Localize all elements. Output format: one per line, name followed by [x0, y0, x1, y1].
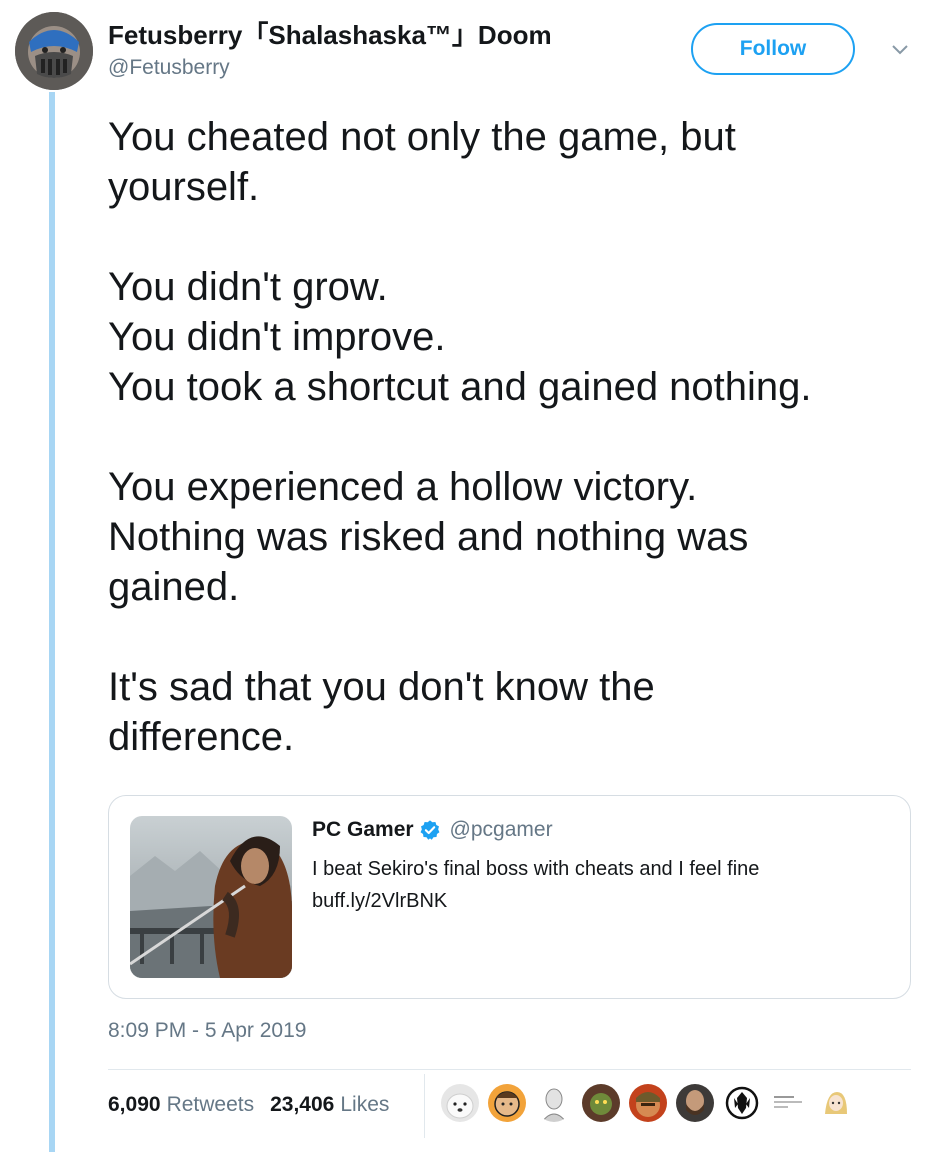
liker-avatar[interactable]: [817, 1084, 855, 1122]
tweet-text: You cheated not only the game, but yours…: [108, 112, 908, 812]
tweet-line: You experienced a hollow victory.: [108, 465, 698, 509]
author-name[interactable]: Fetusberry「Shalashaska™」Doom: [108, 15, 552, 52]
retweets-stat[interactable]: 6,090 Retweets: [108, 1093, 254, 1117]
doom-guy-avatar-icon: [629, 1084, 667, 1122]
white-dog-avatar-icon: [441, 1084, 479, 1122]
verified-badge-icon: [420, 820, 439, 840]
tweet-line: It's sad that you don't know the: [108, 665, 655, 709]
mandalorian-emblem-avatar-icon: [723, 1084, 761, 1122]
liker-avatar[interactable]: [441, 1084, 479, 1122]
quoted-tweet-card[interactable]: PC Gamer @pcgamer I beat Sekiro's final …: [108, 795, 911, 999]
author-handle[interactable]: @Fetusberry: [108, 56, 230, 80]
likes-label: Likes: [340, 1093, 390, 1116]
tweet-timestamp[interactable]: 8:09 PM - 5 Apr 2019: [108, 1019, 306, 1043]
liker-avatar[interactable]: [676, 1084, 714, 1122]
bane-mask-avatar-icon: [15, 12, 93, 90]
quoted-tweet-header: PC Gamer @pcgamer: [312, 818, 553, 842]
quoted-tweet-link[interactable]: buff.ly/2VlrBNK: [312, 885, 759, 917]
chevron-down-icon: [892, 45, 908, 55]
tweet-line: Nothing was risked and nothing was: [108, 515, 749, 559]
retweets-label: Retweets: [166, 1093, 255, 1116]
sekiro-thumbnail-icon: [130, 816, 292, 978]
tweet-paragraph: You cheated not only the game, but yours…: [108, 112, 908, 212]
liker-avatar[interactable]: [488, 1084, 526, 1122]
liker-avatar[interactable]: [629, 1084, 667, 1122]
cartoon-face-avatar-icon: [488, 1084, 526, 1122]
follow-button[interactable]: Follow: [691, 23, 855, 75]
quoted-tweet-text: I beat Sekiro's final boss with cheats a…: [312, 853, 759, 917]
likes-count: 23,406: [270, 1093, 335, 1116]
tweet-line: difference.: [108, 715, 295, 759]
liker-avatar[interactable]: [723, 1084, 761, 1122]
tweet-paragraph: You experienced a hollow victory. Nothin…: [108, 462, 908, 612]
bald-man-avatar-icon: [535, 1084, 573, 1122]
more-options-button[interactable]: [886, 40, 914, 60]
tweet-line: yourself.: [108, 165, 260, 209]
thread-line: [49, 92, 55, 1152]
tweet-line: gained.: [108, 565, 240, 609]
tweet-paragraph: It's sad that you don't know the differe…: [108, 662, 908, 762]
tweet-line: You cheated not only the game, but: [108, 115, 736, 159]
stats-divider: [424, 1074, 425, 1138]
liker-avatar[interactable]: [535, 1084, 573, 1122]
bearded-man-avatar-icon: [676, 1084, 714, 1122]
divider: [108, 1069, 911, 1070]
quoted-author-handle[interactable]: @pcgamer: [450, 818, 553, 842]
quoted-tweet-line: I beat Sekiro's final boss with cheats a…: [312, 858, 760, 880]
tweet-line: You didn't improve.: [108, 315, 446, 359]
tweet-line: You didn't grow.: [108, 265, 388, 309]
goblin-avatar-icon: [582, 1084, 620, 1122]
text-image-avatar-icon: [770, 1084, 808, 1122]
retweets-count: 6,090: [108, 1093, 161, 1116]
tweet-stats: 6,090 Retweets 23,406 Likes: [108, 1093, 389, 1117]
quoted-tweet-thumbnail: [130, 816, 292, 978]
liker-avatar[interactable]: [770, 1084, 808, 1122]
tweet-paragraph: You didn't grow. You didn't improve. You…: [108, 262, 908, 412]
liker-avatar[interactable]: [582, 1084, 620, 1122]
likes-stat[interactable]: 23,406 Likes: [270, 1093, 389, 1117]
anime-girl-avatar-icon: [817, 1084, 855, 1122]
quoted-author-name[interactable]: PC Gamer: [312, 818, 414, 842]
tweet-line: You took a shortcut and gained nothing.: [108, 365, 812, 409]
author-avatar[interactable]: [15, 12, 93, 90]
